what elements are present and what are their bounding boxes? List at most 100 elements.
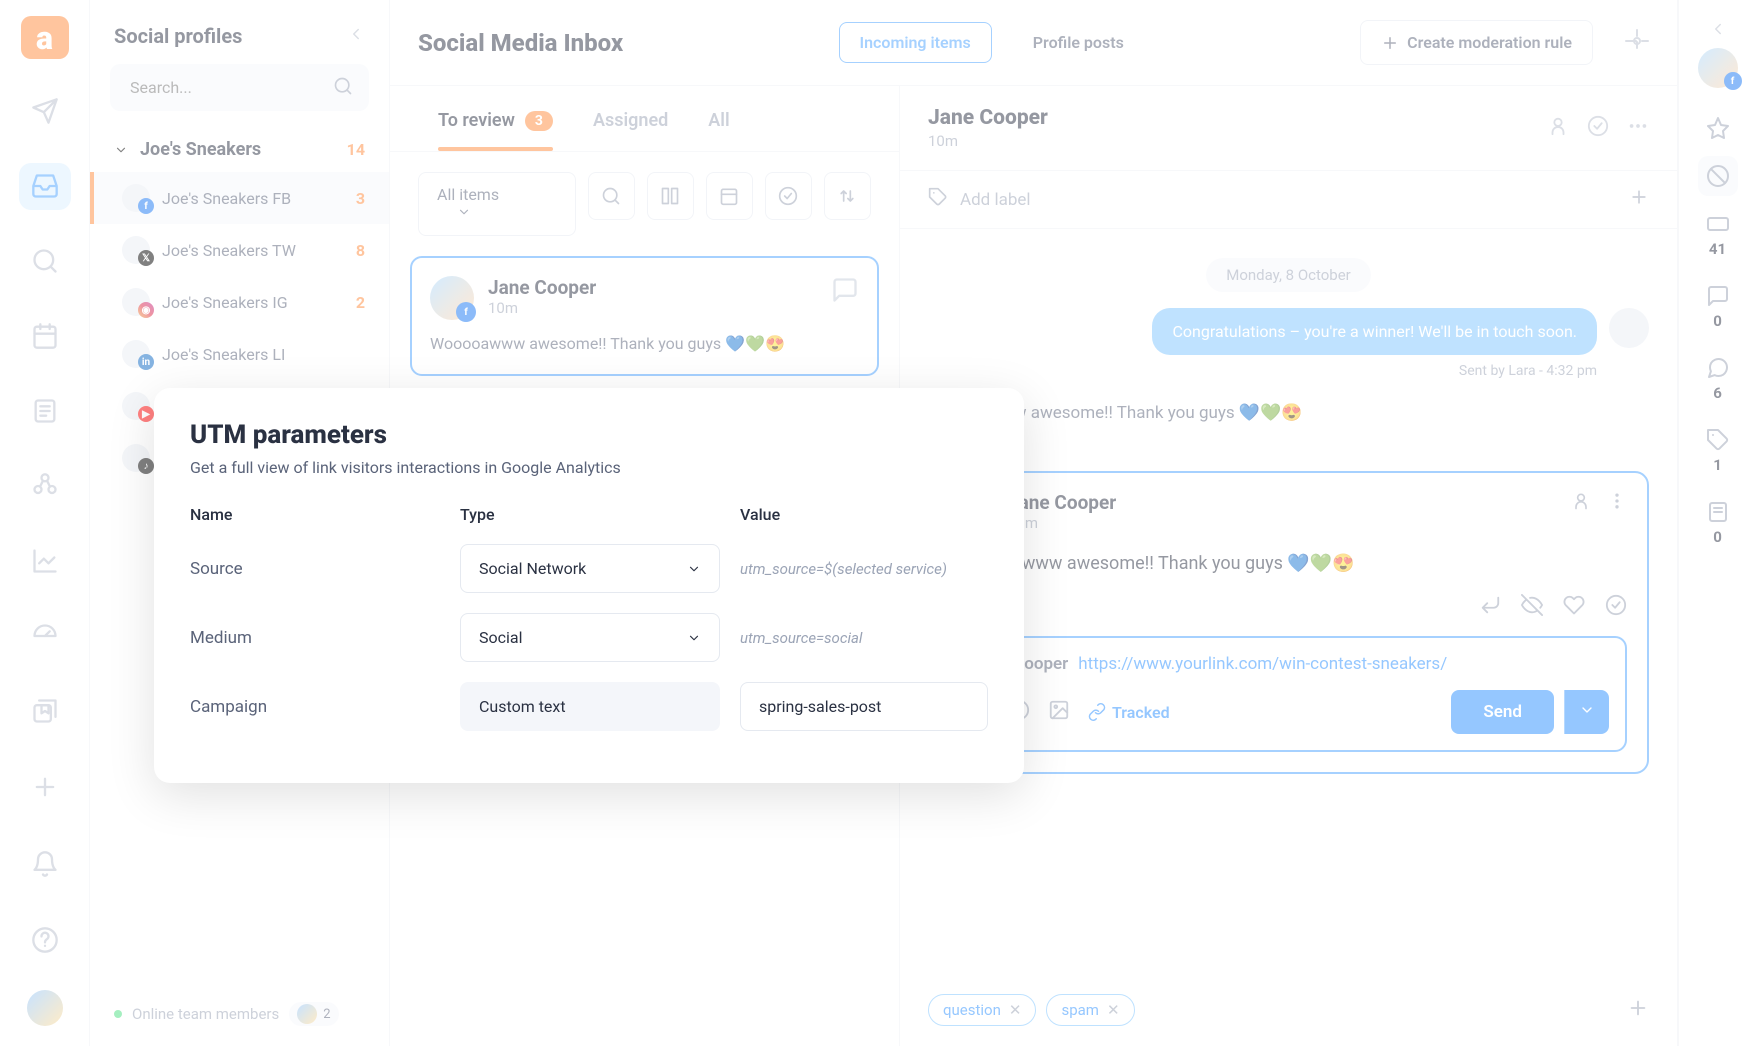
comment-type-icon bbox=[831, 276, 859, 308]
hide-icon[interactable] bbox=[1521, 594, 1543, 620]
block-icon[interactable] bbox=[1698, 156, 1738, 196]
more-icon[interactable] bbox=[1627, 115, 1649, 141]
facebook-icon: f bbox=[456, 302, 476, 322]
online-members: Online team members 2 bbox=[90, 982, 389, 1046]
tracked-link-toggle[interactable]: Tracked bbox=[1088, 703, 1170, 722]
search-input[interactable] bbox=[110, 64, 369, 111]
image-icon[interactable] bbox=[1048, 699, 1070, 725]
profile-item-fb[interactable]: f Joe's Sneakers FB 3 bbox=[90, 172, 389, 224]
inbox-tab-all[interactable]: All bbox=[688, 86, 749, 151]
dashboard-icon[interactable] bbox=[19, 613, 71, 660]
add-icon[interactable] bbox=[19, 763, 71, 810]
conversation-person: Jane Cooper bbox=[928, 106, 1048, 130]
incoming-message: Nooooawww awesome!! Thank you guys 💙💚😍 bbox=[928, 403, 1649, 423]
check-icon[interactable] bbox=[1587, 115, 1609, 141]
rail-note-count[interactable]: 0 bbox=[1706, 490, 1730, 556]
collapse-sidebar-button[interactable] bbox=[347, 25, 365, 47]
rail-card-count[interactable]: 41 bbox=[1706, 202, 1730, 268]
tab-profile-posts[interactable]: Profile posts bbox=[1012, 22, 1145, 63]
facebook-icon: f bbox=[138, 198, 154, 214]
remove-tag-icon[interactable]: ✕ bbox=[1009, 1001, 1022, 1019]
utm-medium-label: Medium bbox=[190, 628, 440, 648]
plus-icon bbox=[1381, 34, 1399, 52]
utm-campaign-type[interactable]: Custom text bbox=[460, 682, 720, 731]
message-meta: Sent by Lara - 4:32 pm bbox=[928, 363, 1649, 379]
utm-source-value: utm_source=$(selected service) bbox=[740, 560, 988, 578]
filter-items-select[interactable]: All items bbox=[418, 172, 576, 236]
inbox-tab-assigned[interactable]: Assigned bbox=[573, 86, 688, 151]
utm-title: UTM parameters bbox=[190, 420, 988, 450]
expand-rail-button[interactable] bbox=[1709, 20, 1727, 42]
reply-icon[interactable] bbox=[1479, 594, 1501, 620]
favorite-icon[interactable] bbox=[1706, 106, 1730, 150]
analytics-icon[interactable] bbox=[19, 538, 71, 585]
twitter-icon: 𝕏 bbox=[138, 250, 154, 266]
search-icon bbox=[333, 76, 353, 100]
calendar-icon[interactable] bbox=[19, 313, 71, 360]
status-filter-button[interactable] bbox=[765, 172, 812, 220]
profile-item-tw[interactable]: 𝕏 Joe's Sneakers TW 8 bbox=[90, 224, 389, 276]
tiktok-icon: ♪ bbox=[138, 458, 154, 474]
columns-button[interactable] bbox=[647, 172, 694, 220]
notes-icon[interactable] bbox=[19, 388, 71, 435]
more-icon[interactable] bbox=[1607, 491, 1627, 515]
search-filter-button[interactable] bbox=[588, 172, 635, 220]
youtube-icon: ▶ bbox=[138, 406, 154, 422]
create-rule-button[interactable]: Create moderation rule bbox=[1360, 20, 1593, 65]
bell-icon[interactable] bbox=[19, 838, 71, 890]
profile-item-li[interactable]: in Joe's Sneakers LI bbox=[90, 328, 389, 380]
send-icon[interactable] bbox=[19, 87, 71, 134]
globe-search-icon[interactable] bbox=[19, 238, 71, 285]
compose-input[interactable]: @janecooper https://www.yourlink.com/win… bbox=[968, 654, 1609, 674]
check-icon[interactable] bbox=[1605, 594, 1627, 620]
add-tag-button[interactable] bbox=[1627, 997, 1649, 1023]
outgoing-message: Congratulations – you're a winner! We'll… bbox=[1152, 308, 1597, 355]
profile-item-ig[interactable]: ◉ Joe's Sneakers IG 2 bbox=[90, 276, 389, 328]
utm-subtitle: Get a full view of link visitors interac… bbox=[190, 458, 988, 477]
linkedin-icon: in bbox=[138, 354, 154, 370]
chevron-down-icon bbox=[687, 631, 701, 645]
profile-group[interactable]: Joe's Sneakers 14 bbox=[90, 127, 389, 172]
utm-campaign-label: Campaign bbox=[190, 697, 440, 717]
rail-tag-count[interactable]: 1 bbox=[1706, 418, 1730, 484]
page-title: Social Media Inbox bbox=[418, 29, 623, 57]
user-avatar[interactable] bbox=[27, 990, 63, 1026]
instagram-icon: ◉ bbox=[138, 302, 154, 318]
compose-box: @janecooper https://www.yourlink.com/win… bbox=[950, 636, 1627, 752]
app-logo[interactable]: a bbox=[21, 16, 69, 59]
sort-button[interactable] bbox=[824, 172, 871, 220]
assign-icon[interactable] bbox=[1571, 491, 1591, 515]
tag-question[interactable]: question✕ bbox=[928, 994, 1036, 1026]
inbox-icon[interactable] bbox=[19, 163, 71, 210]
nav-rail: a bbox=[0, 0, 90, 1046]
utm-campaign-input[interactable] bbox=[740, 682, 988, 731]
inbox-card[interactable]: f Jane Cooper 10m Wooooawww awesome!! Th… bbox=[410, 256, 879, 376]
tags-row: question✕ spam✕ bbox=[900, 986, 1677, 1046]
heart-icon[interactable] bbox=[1563, 594, 1585, 620]
utm-medium-value: utm_source=social bbox=[740, 629, 988, 647]
send-options-button[interactable] bbox=[1564, 690, 1609, 734]
inbox-tab-review[interactable]: To review 3 bbox=[418, 86, 573, 151]
utm-source-select[interactable]: Social Network bbox=[460, 544, 720, 593]
chevron-down-icon bbox=[457, 205, 471, 219]
chevron-down-icon bbox=[687, 562, 701, 576]
tab-incoming[interactable]: Incoming items bbox=[839, 22, 992, 63]
contact-avatar[interactable]: f bbox=[1698, 48, 1738, 88]
add-label-button[interactable] bbox=[1629, 187, 1649, 212]
assign-icon[interactable] bbox=[1547, 115, 1569, 141]
date-divider: Monday, 8 October bbox=[928, 265, 1649, 284]
help-icon[interactable] bbox=[19, 914, 71, 966]
library-icon[interactable] bbox=[19, 688, 71, 735]
team-icon[interactable] bbox=[19, 463, 71, 510]
add-label-text[interactable]: Add label bbox=[960, 190, 1031, 210]
rail-comment-count[interactable]: 0 bbox=[1706, 274, 1730, 340]
tag-spam[interactable]: spam✕ bbox=[1046, 994, 1134, 1026]
chevron-down-icon bbox=[114, 143, 128, 157]
remove-tag-icon[interactable]: ✕ bbox=[1107, 1001, 1120, 1019]
date-filter-button[interactable] bbox=[706, 172, 753, 220]
settings-button[interactable] bbox=[1625, 29, 1649, 57]
online-indicator-icon bbox=[114, 1010, 122, 1018]
send-button[interactable]: Send bbox=[1451, 690, 1554, 734]
rail-share-count[interactable]: 6 bbox=[1706, 346, 1730, 412]
utm-medium-select[interactable]: Social bbox=[460, 613, 720, 662]
